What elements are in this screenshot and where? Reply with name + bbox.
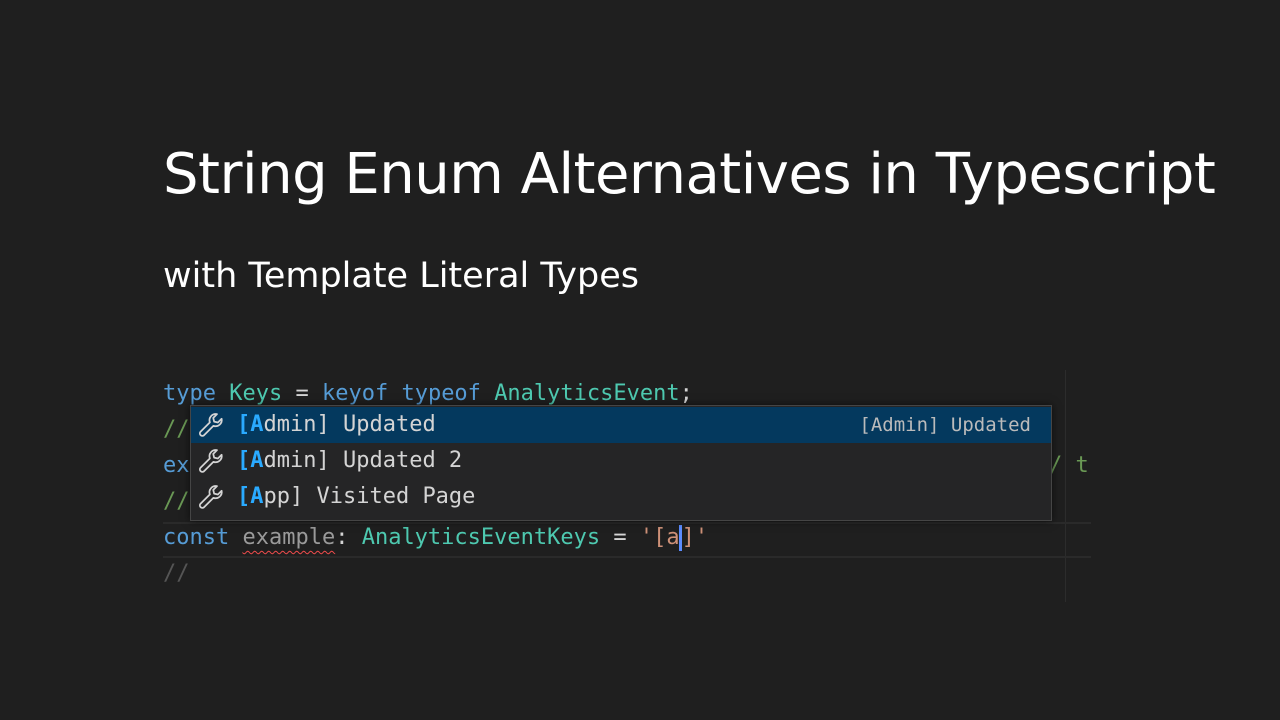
wrench-icon [199,449,223,473]
suggestion-label: [Admin] Updated 2 [237,443,462,479]
code-line-5: const example: AnalyticsEventKeys = '[a]… [163,520,708,556]
keyword-type: type [163,381,216,406]
suggestion-label-rest: dmin] Updated 2 [263,448,463,473]
suggestion-item[interactable]: [App] Visited Page [191,479,1051,515]
string-literal-end: ]' [681,525,709,550]
suggestion-label: [App] Visited Page [237,479,475,515]
code-line-4: // [163,489,190,514]
keyword-const: const [163,525,230,550]
suggestion-detail: [Admin] Updated [859,414,1031,436]
string-literal-start: '[a [639,525,680,550]
keyword-typeof: typeof [401,381,481,406]
code-line-3: ex / t [163,448,1089,484]
wrench-icon [199,413,223,437]
suggestion-label-rest: dmin] Updated [263,412,436,437]
semicolon: ; [679,381,693,406]
page-title: String Enum Alternatives in Typescript [163,142,1216,207]
suggestion-match: [A [237,448,264,473]
suggestion-item[interactable]: [Admin] Updated 2 [191,443,1051,479]
operator: = [282,381,322,406]
keyword-keyof: keyof [321,381,389,406]
colon: : [335,525,362,550]
code-line-2: // [163,417,190,442]
suggestion-item[interactable]: [Admin] Updated [Admin] Updated [191,407,1051,443]
operator: = [600,525,640,550]
variable-example-error: example [242,525,336,550]
type-annotation: AnalyticsEventKeys [361,525,601,550]
type-name: Keys [229,381,283,406]
wrench-icon [199,485,223,509]
autocomplete-suggestion-list[interactable]: [Admin] Updated [Admin] Updated [Admin] … [190,405,1052,521]
suggestion-match: [A [237,484,264,509]
type-reference: AnalyticsEvent [494,381,680,406]
code-fragment-right: / t [1049,453,1089,478]
code-fragment-left: ex [163,453,190,478]
suggestion-match: [A [237,412,264,437]
suggestion-label-rest: pp] Visited Page [263,484,476,509]
page-subtitle: with Template Literal Types [163,256,640,296]
code-line-6: // [163,561,190,586]
suggestion-label: [Admin] Updated [237,407,436,443]
